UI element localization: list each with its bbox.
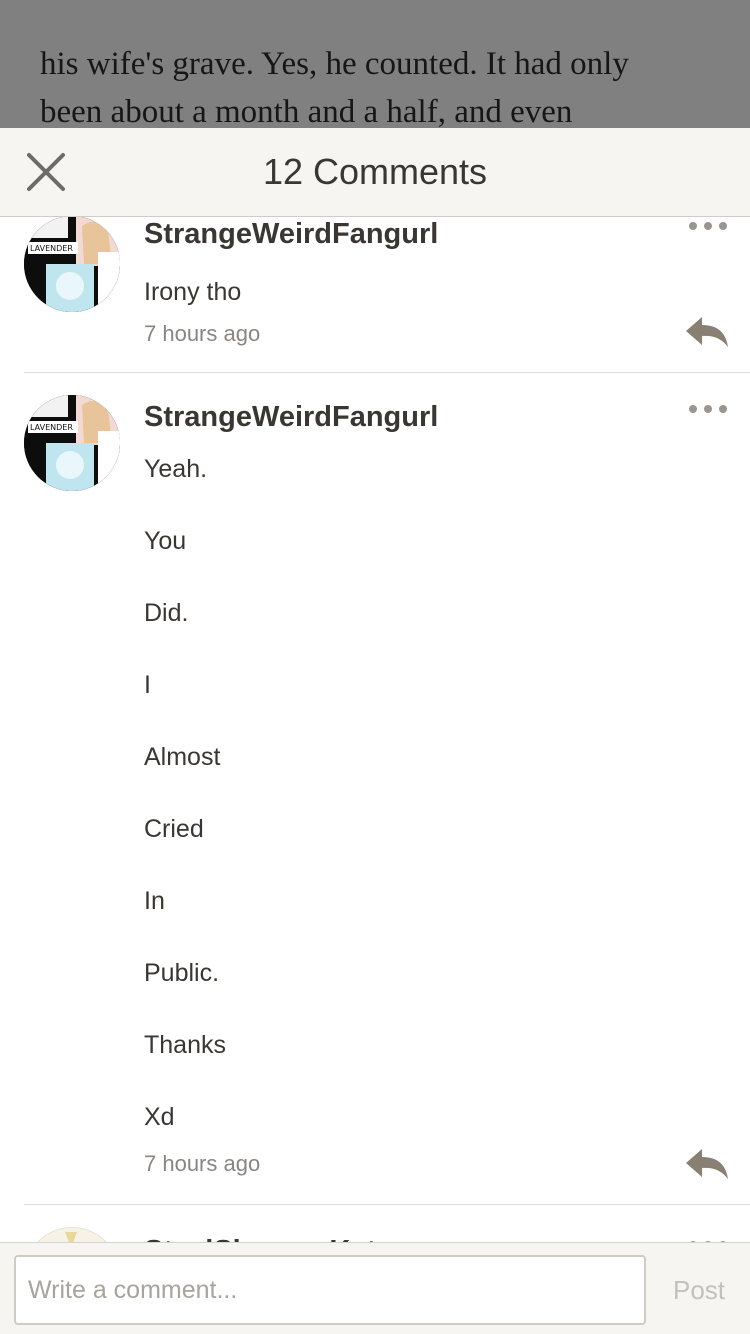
avatar-label: LAVENDER — [30, 244, 73, 253]
avatar[interactable] — [24, 1227, 120, 1242]
story-line: his wife's grave. Yes, he counted. It ha… — [40, 46, 629, 82]
comment-line: Cried — [144, 815, 204, 843]
comments-screen: his wife's grave. Yes, he counted. It ha… — [0, 0, 750, 1334]
reply-icon — [686, 317, 728, 347]
comment-line: You — [144, 527, 187, 555]
more-icon — [689, 405, 727, 413]
comment-author[interactable]: SteelShaggerKat — [144, 1233, 376, 1242]
avatar-image: LAVENDER — [24, 395, 120, 491]
comment-timestamp: 7 hours ago — [144, 1151, 261, 1176]
avatar[interactable]: LAVENDER — [24, 217, 120, 312]
reply-button[interactable] — [684, 1147, 730, 1181]
comment-item: LAVENDER StrangeWeirdFangurl Yeah. You D… — [0, 395, 750, 1205]
comment-divider — [24, 1204, 750, 1205]
post-button[interactable]: Post — [660, 1255, 738, 1325]
comment-item: LAVENDER StrangeWeirdFangurl Irony tho 7… — [0, 217, 750, 373]
comment-list[interactable]: LAVENDER StrangeWeirdFangurl Irony tho 7… — [0, 217, 750, 1242]
avatar[interactable]: LAVENDER — [24, 395, 120, 491]
comment-input[interactable] — [14, 1255, 646, 1325]
comment-timestamp: 7 hours ago — [144, 321, 261, 346]
more-options-button[interactable] — [688, 401, 728, 417]
comment-line: In — [144, 887, 165, 915]
avatar-image: LAVENDER — [24, 217, 120, 312]
comments-header: 12 Comments — [0, 128, 750, 217]
comment-author[interactable]: StrangeWeirdFangurl — [144, 399, 438, 435]
story-line: been about a month and a half, and even — [40, 94, 573, 128]
page-title: 12 Comments — [262, 151, 488, 192]
comment-author[interactable]: StrangeWeirdFangurl — [144, 217, 438, 251]
reply-button[interactable] — [684, 315, 730, 349]
comment-divider — [24, 372, 750, 373]
comment-item: SteelShaggerKat — [0, 1227, 750, 1242]
comment-line: Did. — [144, 599, 189, 627]
comment-body: Yeah. You Did. I Almost Cried In Public.… — [144, 445, 226, 1165]
comment-line: Yeah. — [144, 455, 208, 483]
more-icon — [689, 222, 727, 230]
comment-line: Thanks — [144, 1031, 226, 1059]
story-text: his wife's grave. Yes, he counted. It ha… — [40, 40, 720, 128]
avatar-image — [65, 1232, 77, 1242]
more-options-button[interactable] — [688, 218, 728, 234]
story-background: his wife's grave. Yes, he counted. It ha… — [0, 0, 750, 128]
comment-line: Public. — [144, 959, 220, 987]
reply-icon — [686, 1149, 728, 1179]
comment-composer: Post — [0, 1242, 750, 1334]
avatar-label: LAVENDER — [30, 423, 73, 432]
comment-line: I — [144, 671, 151, 699]
comment-line: Almost — [144, 743, 221, 771]
